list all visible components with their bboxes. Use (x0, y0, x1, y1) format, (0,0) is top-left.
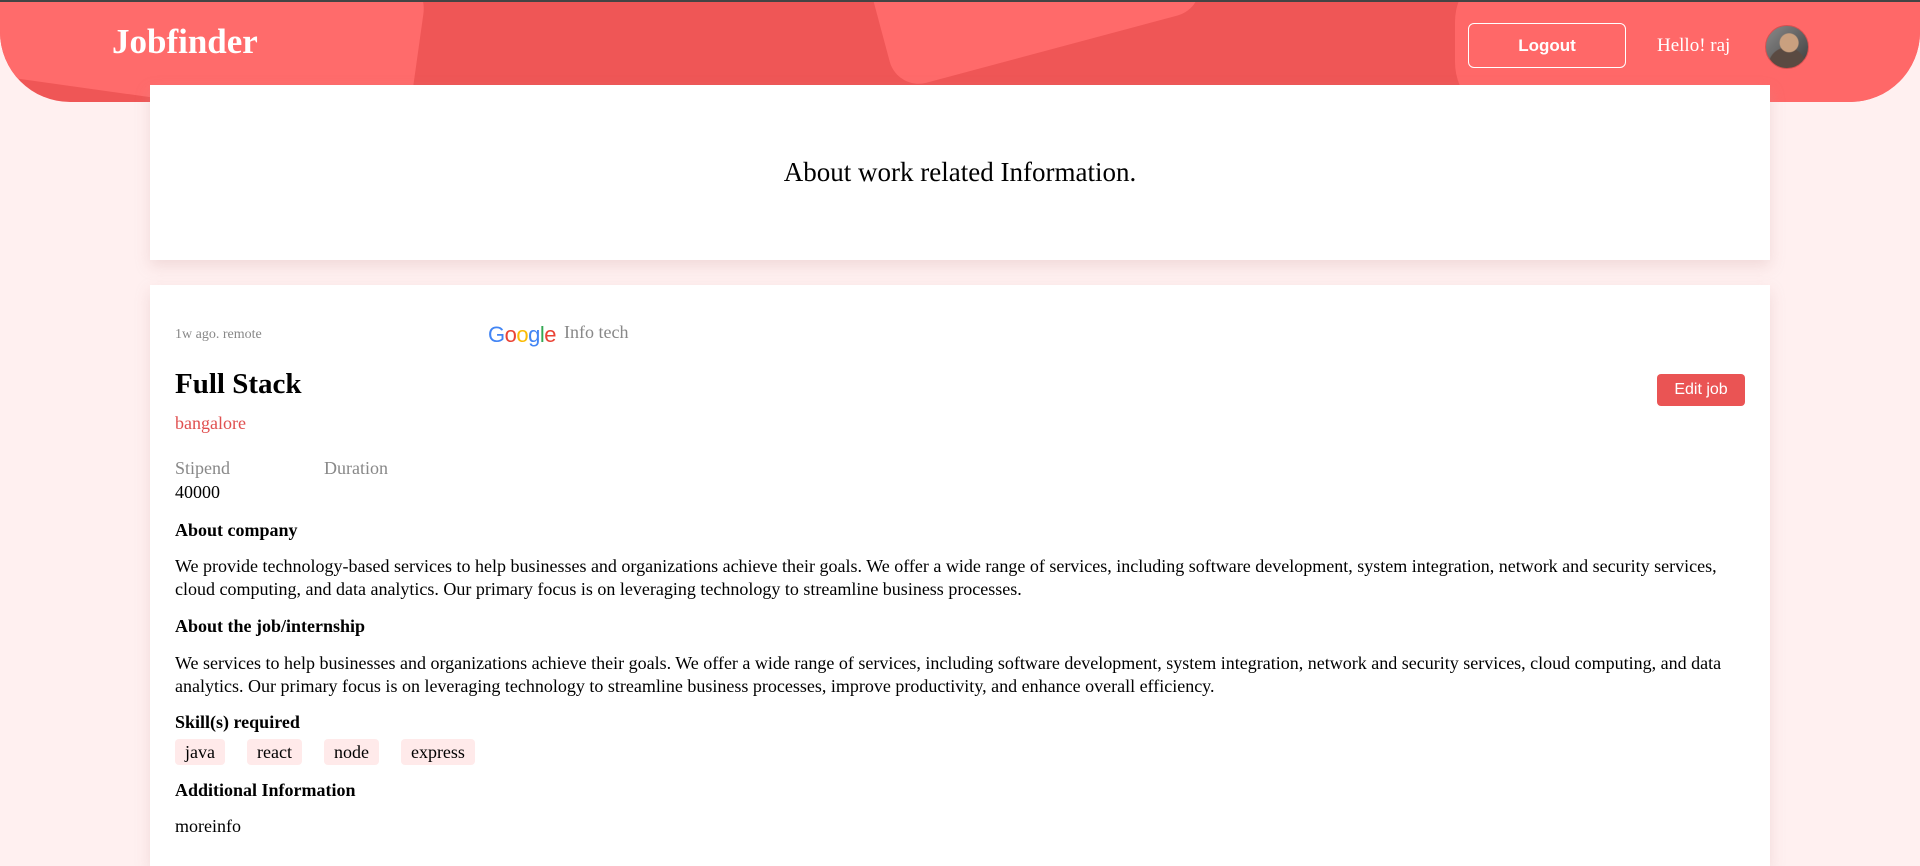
about-company-text: We provide technology-based services to … (175, 556, 1717, 599)
user-greeting: Hello! raj (1657, 35, 1731, 56)
job-location: bangalore (175, 413, 246, 433)
additional-info-text: moreinfo (175, 816, 241, 836)
company-name: Info tech (564, 322, 629, 342)
skill-tag: node (323, 739, 379, 765)
skills-heading: Skill(s) required (175, 712, 300, 732)
skill-tag: express (400, 739, 475, 765)
job-title: Full Stack (175, 368, 302, 400)
job-detail-card: 1w ago. remote Google Info tech Full Sta… (150, 285, 1770, 866)
about-job-text: We services to help businesses and organ… (175, 653, 1722, 696)
additional-info-heading: Additional Information (175, 780, 356, 800)
brand-logo[interactable]: Jobfinder (112, 22, 258, 62)
skills-list: java react node express (175, 739, 475, 765)
about-job-heading: About the job/internship (175, 616, 366, 636)
stipend-value: 40000 (175, 482, 220, 502)
stipend-label: Stipend (175, 458, 231, 478)
skill-tag: react (246, 739, 302, 765)
posted-meta: 1w ago. remote (175, 327, 262, 342)
info-card-title: About work related Information. (783, 157, 1137, 187)
duration-label: Duration (324, 458, 388, 478)
avatar[interactable] (1765, 25, 1809, 69)
about-company-heading: About company (175, 520, 298, 540)
info-card: About work related Information. (150, 85, 1770, 260)
logout-button[interactable]: Logout (1468, 23, 1626, 68)
google-logo-icon: Google (488, 322, 557, 347)
edit-job-button[interactable]: Edit job (1657, 374, 1745, 406)
header-decoration (853, 2, 1207, 91)
skill-tag: java (175, 739, 225, 765)
